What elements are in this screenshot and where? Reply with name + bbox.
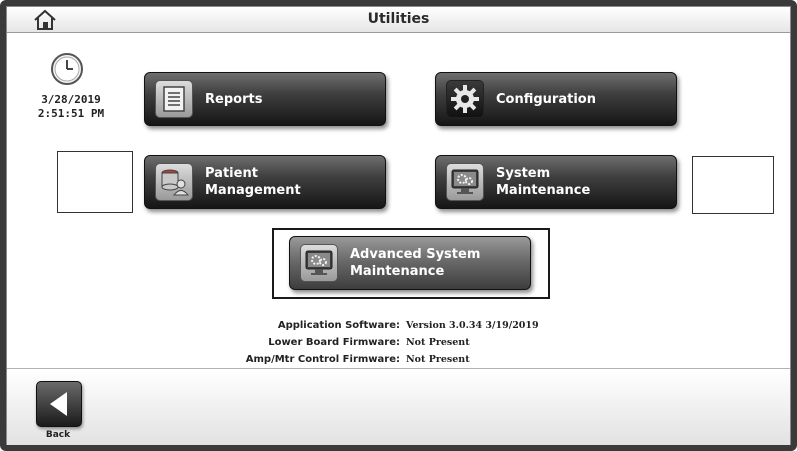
monitor-gears-icon	[300, 244, 338, 282]
application-software-value: Version 3.0.34 3/19/2019	[406, 320, 539, 331]
lower-board-firmware-value: Not Present	[406, 337, 470, 348]
reports-label: Reports	[205, 91, 263, 107]
patient-management-button[interactable]: Patient Management	[144, 155, 386, 209]
application-software-label: Application Software:	[277, 320, 400, 331]
back-arrow-icon	[50, 392, 67, 416]
back-button[interactable]	[36, 381, 82, 427]
clock-icon	[51, 53, 83, 85]
info-row-lower-board-firmware: Lower Board Firmware: Not Present	[190, 334, 610, 351]
back-label: Back	[45, 430, 71, 440]
system-maintenance-label-line1: System	[496, 166, 551, 181]
database-user-icon	[155, 163, 193, 201]
amp-mtr-firmware-value: Not Present	[406, 354, 470, 365]
advanced-maintenance-label-line2: Maintenance	[350, 264, 445, 279]
version-info: Application Software: Version 3.0.34 3/1…	[190, 317, 610, 368]
page-title: Utilities	[367, 11, 430, 27]
right-placeholder-box	[692, 156, 774, 214]
report-icon	[155, 80, 193, 118]
patient-management-label-line2: Management	[205, 183, 301, 198]
lower-board-firmware-label: Lower Board Firmware:	[268, 337, 400, 348]
gear-icon	[446, 80, 484, 118]
footer-bar	[7, 369, 790, 445]
time-display: 2:51:51 PM	[37, 107, 105, 120]
monitor-gears-icon	[446, 163, 484, 201]
amp-mtr-firmware-label: Amp/Mtr Control Firmware:	[245, 354, 400, 365]
left-placeholder-box	[57, 151, 133, 213]
info-row-application-software: Application Software: Version 3.0.34 3/1…	[190, 317, 610, 334]
patient-management-label-line1: Patient	[205, 166, 258, 181]
title-bar: Utilities	[7, 7, 790, 33]
system-maintenance-label-line2: Maintenance	[496, 183, 591, 198]
configuration-label: Configuration	[496, 91, 596, 107]
date-display: 3/28/2019	[41, 93, 101, 106]
advanced-system-maintenance-button[interactable]: Advanced System Maintenance	[289, 236, 531, 290]
info-row-amp-mtr-firmware: Amp/Mtr Control Firmware: Not Present	[190, 351, 610, 368]
reports-button[interactable]: Reports	[144, 72, 386, 126]
configuration-button[interactable]: Configuration	[435, 72, 677, 126]
system-maintenance-button[interactable]: System Maintenance	[435, 155, 677, 209]
advanced-maintenance-label-line1: Advanced System	[350, 247, 481, 262]
